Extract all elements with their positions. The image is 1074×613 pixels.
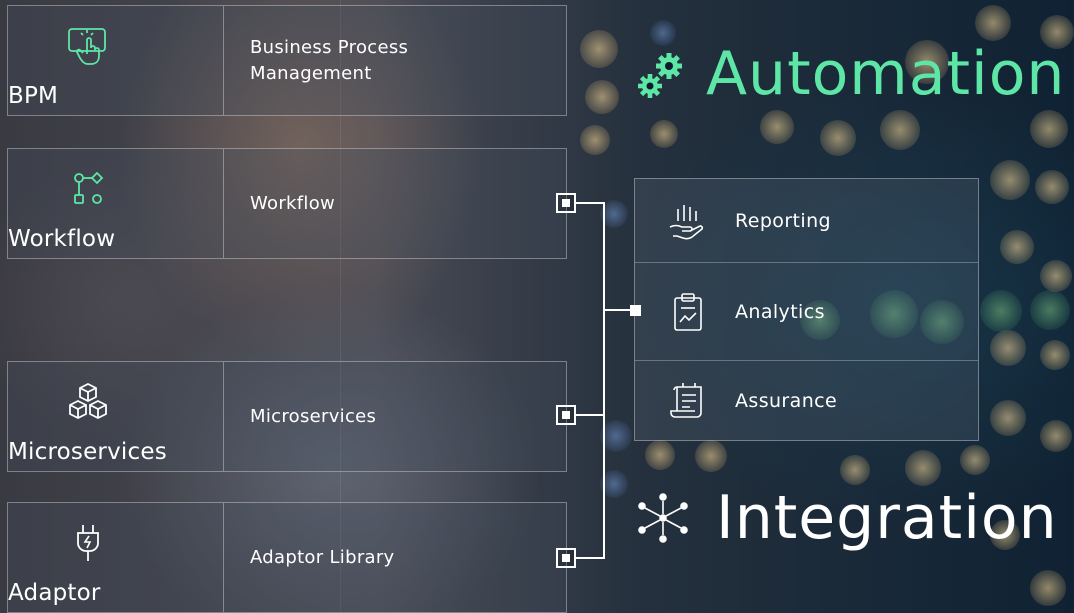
integration-heading: Integration [636,488,1058,548]
integration-title: Integration [716,483,1058,553]
connector-port-adaptor [556,548,576,568]
connector-trunk [576,202,605,559]
gears-icon [636,49,686,99]
automation-title: Automation [706,39,1066,109]
automation-heading: Automation [636,44,1065,104]
connector-port-panel [630,305,641,316]
connector-port-workflow [556,193,576,213]
connector-port-microservices [556,405,576,425]
network-nodes-icon [636,491,690,545]
